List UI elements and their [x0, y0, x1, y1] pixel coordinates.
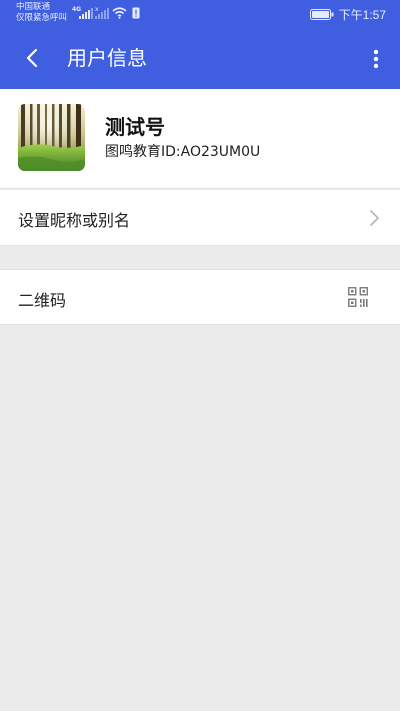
status-right: 下午1:57 [309, 6, 386, 22]
avatar[interactable] [18, 104, 85, 171]
profile-account-id: 图鸣教育ID:AO23UM0U [105, 144, 261, 160]
emergency-only-text: 仅限紧急呼叫 [16, 13, 68, 23]
set-nickname-row[interactable]: 设置昵称或别名 [0, 190, 400, 246]
forest-avatar-image [18, 104, 85, 171]
battery-icon [309, 8, 334, 20]
qrcode-row[interactable]: 二维码 [0, 269, 400, 325]
back-button[interactable] [14, 40, 50, 76]
chevron-right-icon [370, 210, 379, 226]
carrier-info: 中国联通 仅限紧急呼叫 [16, 2, 67, 24]
more-options-button[interactable] [364, 42, 388, 76]
profile-nickname: 测试号 [105, 115, 165, 139]
svg-text:x: x [95, 6, 99, 13]
set-nickname-label: 设置昵称或别名 [18, 211, 131, 230]
wifi-icon [112, 7, 127, 19]
status-bar: 中国联通 仅限紧急呼叫 4G x 下午1:57 [0, 0, 400, 28]
profile-card: 测试号 图鸣教育ID:AO23UM0U [0, 89, 400, 189]
qrcode-label: 二维码 [18, 291, 67, 310]
signal-strength-icon [79, 8, 93, 19]
sim-alert-icon [132, 7, 140, 19]
signal-no-service-icon: x [95, 6, 109, 19]
status-time: 下午1:57 [338, 7, 386, 22]
more-vertical-icon [373, 49, 379, 69]
signal-indicators: 4G x [72, 6, 142, 20]
carrier-name: 中国联通 [16, 2, 51, 12]
page-title: 用户信息 [67, 46, 147, 70]
app-header: 中国联通 仅限紧急呼叫 4G x 下午1:57 用户信息 [0, 0, 400, 89]
navigation-bar: 用户信息 [0, 28, 400, 89]
chevron-left-icon [26, 48, 38, 68]
qrcode-icon [348, 287, 368, 307]
